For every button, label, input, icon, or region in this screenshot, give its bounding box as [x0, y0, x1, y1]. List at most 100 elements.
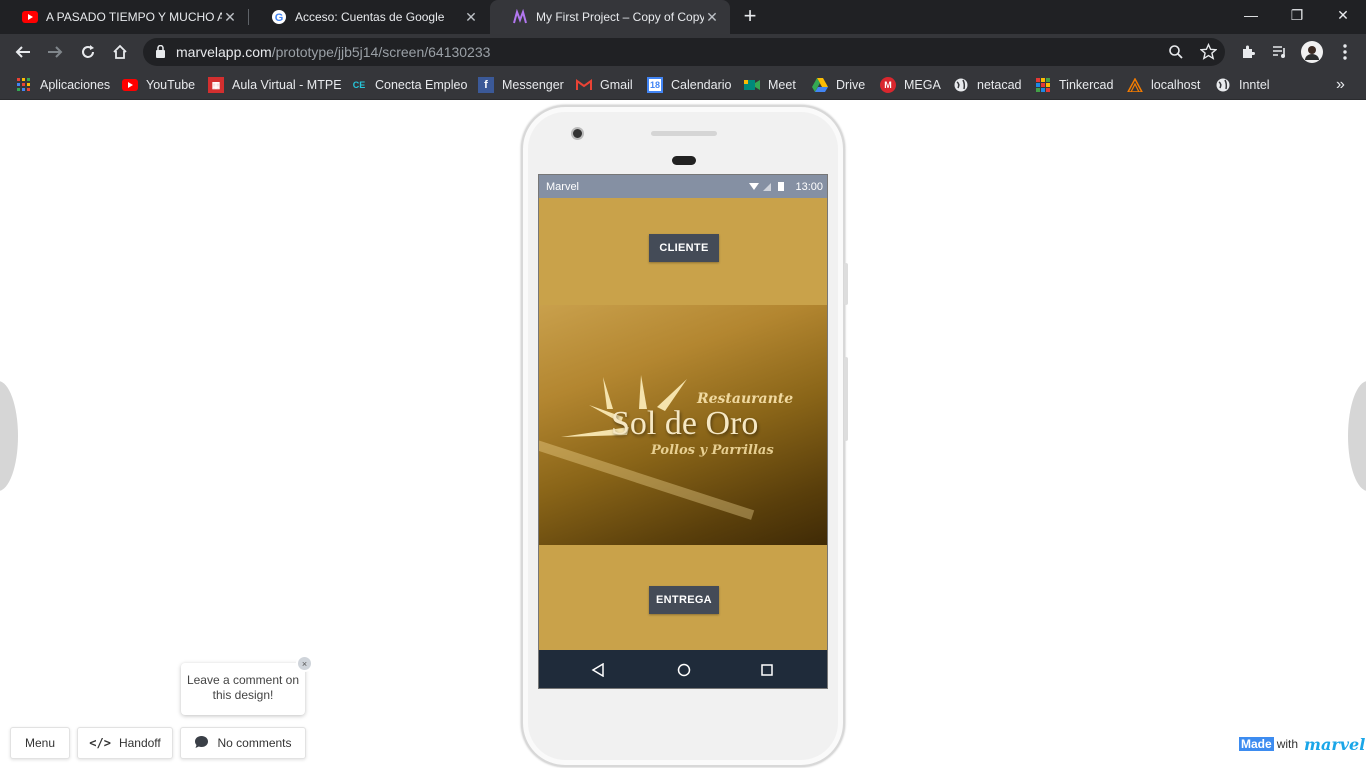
bookmark-meet[interactable]: Meet: [744, 76, 796, 94]
tab-title: A PASADO TIEMPO Y MUCHO A: [46, 10, 222, 24]
bookmark-aula-virtual[interactable]: ▦ Aula Virtual - MTPE: [208, 76, 342, 94]
bookmark-aplicaciones[interactable]: Aplicaciones: [16, 76, 110, 94]
tab-marvel-project[interactable]: My First Project – Copy of Copy o ✕: [490, 0, 730, 34]
bookmark-inntel[interactable]: Inntel: [1215, 76, 1270, 94]
bookmark-drive[interactable]: Drive: [812, 76, 865, 94]
previous-screen-handle[interactable]: [0, 381, 18, 491]
svg-text:G: G: [275, 12, 284, 24]
bookmark-youtube[interactable]: YouTube: [122, 76, 195, 94]
status-icons: [749, 181, 789, 195]
home-icon[interactable]: [108, 40, 132, 64]
google-icon: G: [271, 9, 287, 25]
tooltip-close-icon[interactable]: ×: [296, 655, 313, 672]
bookmark-star-icon[interactable]: [1199, 42, 1218, 65]
conecta-empleo-icon: CE: [352, 80, 366, 90]
bookmark-calendario[interactable]: 18 Calendario: [647, 76, 731, 94]
minimize-icon[interactable]: —: [1228, 0, 1274, 30]
phone-speaker: [651, 131, 717, 136]
tab-youtube[interactable]: A PASADO TIEMPO Y MUCHO A ✕: [0, 0, 248, 34]
bookmark-label: Messenger: [502, 78, 564, 92]
bookmark-conecta-empleo[interactable]: CE Conecta Empleo: [351, 76, 468, 94]
entrega-button[interactable]: ENTREGA: [649, 586, 719, 614]
bookmark-label: YouTube: [146, 78, 196, 92]
apps-grid-icon: [16, 77, 32, 93]
page-viewport: Marvel 13:00 CLIENTE Restaurante Sol de …: [0, 101, 1366, 768]
globe-icon: [1215, 77, 1231, 93]
android-recents-icon[interactable]: [760, 663, 774, 682]
close-window-icon[interactable]: ✕: [1320, 0, 1366, 30]
camera-icon: [571, 127, 584, 140]
made-with-marvel-badge[interactable]: Made with marvel: [1239, 734, 1365, 754]
profile-avatar-icon[interactable]: [1300, 40, 1324, 64]
bookmark-messenger[interactable]: f Messenger: [478, 76, 564, 94]
with-text: with: [1276, 737, 1299, 751]
made-text: Made: [1239, 737, 1274, 751]
globe-icon: [953, 77, 969, 93]
tab-title: Acceso: Cuentas de Google: [295, 10, 445, 24]
media-queue-icon[interactable]: [1268, 40, 1292, 64]
menu-button[interactable]: Menu: [10, 727, 70, 759]
android-status-bar: Marvel 13:00: [539, 175, 827, 198]
status-time: 13:00: [795, 181, 823, 193]
browser-menu-icon[interactable]: [1333, 40, 1357, 64]
bookmark-tinkercad[interactable]: Tinkercad: [1035, 76, 1113, 94]
new-tab-button[interactable]: +: [738, 5, 762, 29]
comment-tooltip: Leave a comment on this design!: [181, 663, 305, 715]
handoff-button[interactable]: </> Handoff: [77, 727, 173, 759]
zoom-icon[interactable]: [1168, 44, 1184, 65]
close-tab-icon[interactable]: ✕: [704, 9, 720, 25]
phone-sensor: [672, 156, 696, 165]
bookmark-mega[interactable]: M MEGA: [880, 76, 941, 94]
extensions-icon[interactable]: [1236, 40, 1260, 64]
bookmark-label: MEGA: [904, 78, 941, 92]
bookmark-label: Meet: [768, 78, 796, 92]
reload-icon[interactable]: [76, 40, 100, 64]
marvel-logo-text: marvel: [1304, 734, 1366, 754]
restore-icon[interactable]: ❐: [1274, 0, 1320, 30]
close-tab-icon[interactable]: ✕: [463, 9, 479, 25]
back-icon[interactable]: [11, 40, 35, 64]
youtube-icon: [22, 9, 38, 25]
menu-label: Menu: [24, 736, 56, 750]
logo-subtitle-text: Pollos y Parrillas: [651, 443, 774, 458]
url-text: marvelapp.com/prototype/jjb5j14/screen/6…: [176, 44, 491, 60]
handoff-label: Handoff: [118, 736, 161, 750]
cliente-button[interactable]: CLIENTE: [649, 234, 719, 262]
bookmark-label: Calendario: [671, 78, 732, 92]
bookmark-netacad[interactable]: netacad: [953, 76, 1021, 94]
tab-google-accounts[interactable]: G Acceso: Cuentas de Google ✕: [249, 0, 489, 34]
android-back-icon[interactable]: [591, 662, 605, 682]
phone-volume-button: [844, 357, 848, 441]
tinkercad-icon: [1035, 77, 1051, 93]
bookmarks-bar: Aplicaciones YouTube ▦ Aula Virtual - MT…: [0, 70, 1366, 100]
marvel-icon: [512, 9, 528, 25]
close-tab-icon[interactable]: ✕: [222, 9, 238, 25]
lock-icon: [155, 44, 166, 63]
bookmark-localhost[interactable]: localhost: [1127, 76, 1200, 94]
meet-icon: [744, 77, 760, 93]
bookmark-label: Gmail: [600, 78, 633, 92]
bookmark-label: Inntel: [1239, 78, 1270, 92]
bookmark-label: Aula Virtual - MTPE: [232, 78, 342, 92]
address-bar[interactable]: marvelapp.com/prototype/jjb5j14/screen/6…: [143, 38, 1225, 66]
youtube-icon: [122, 77, 138, 93]
gmail-icon: [576, 77, 592, 93]
android-nav-bar: [539, 650, 827, 688]
bookmark-label: Tinkercad: [1059, 78, 1114, 92]
phone-side-button: [844, 263, 848, 305]
code-icon: </>: [89, 736, 111, 750]
bookmark-label: Drive: [836, 78, 866, 92]
forward-icon[interactable]: [43, 40, 67, 64]
tab-strip: A PASADO TIEMPO Y MUCHO A ✕ G Acceso: Cu…: [0, 0, 1366, 34]
tab-title: My First Project – Copy of Copy o: [536, 10, 704, 24]
status-carrier: Marvel: [546, 181, 580, 193]
phone-screen: Marvel 13:00 CLIENTE Restaurante Sol de …: [538, 174, 828, 689]
browser-toolbar: marvelapp.com/prototype/jjb5j14/screen/6…: [0, 34, 1366, 70]
next-screen-handle[interactable]: [1348, 381, 1366, 491]
android-home-icon[interactable]: [677, 663, 691, 682]
comments-label: No comments: [217, 736, 292, 750]
bookmark-gmail[interactable]: Gmail: [576, 76, 633, 94]
restaurant-logo-banner: Restaurante Sol de Oro Pollos y Parrilla…: [539, 305, 827, 545]
bookmarks-overflow-button[interactable]: »: [1336, 76, 1345, 94]
comments-button[interactable]: No comments: [180, 727, 306, 759]
